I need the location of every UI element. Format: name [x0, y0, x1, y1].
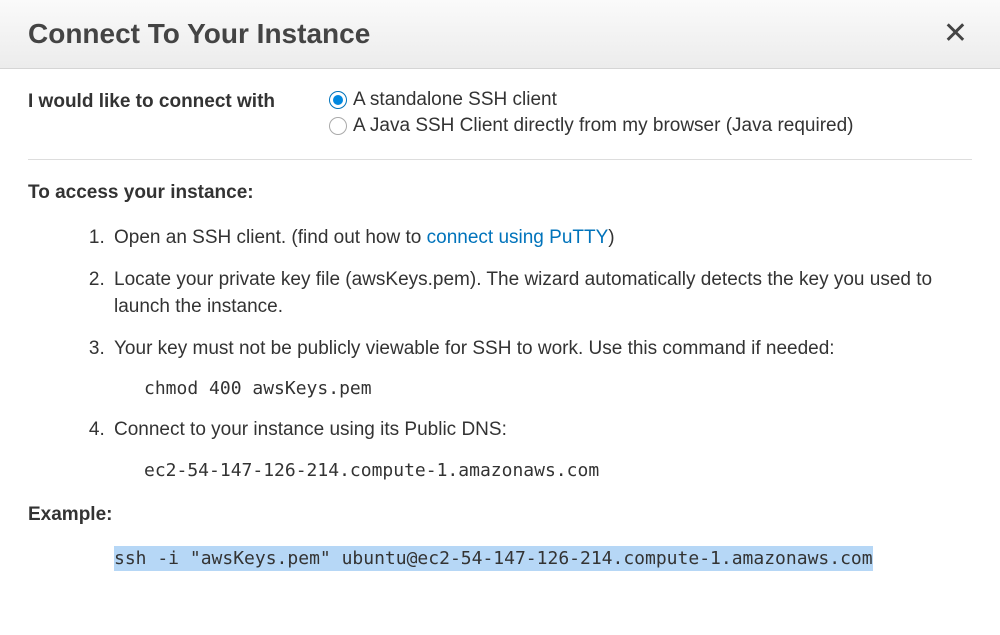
step-1-text-suffix: ) [608, 227, 614, 248]
public-dns: ec2-54-147-126-214.compute-1.amazonaws.c… [144, 458, 972, 484]
radio-option-ssh-client[interactable]: A standalone SSH client [329, 89, 854, 111]
step-3: Your key must not be publicly viewable f… [110, 335, 972, 403]
step-3-text: Your key must not be publicly viewable f… [114, 338, 835, 359]
step-1: Open an SSH client. (find out how to con… [110, 224, 972, 252]
example-command: ssh -i "awsKeys.pem" ubuntu@ec2-54-147-1… [114, 546, 873, 571]
step-4: Connect to your instance using its Publi… [110, 416, 972, 484]
radio-icon [329, 91, 347, 109]
connect-method-options: A standalone SSH client A Java SSH Clien… [329, 89, 854, 137]
radio-label: A Java SSH Client directly from my brows… [353, 115, 854, 137]
step-4-text: Connect to your instance using its Publi… [114, 419, 507, 440]
example-row: ssh -i "awsKeys.pem" ubuntu@ec2-54-147-1… [28, 548, 972, 570]
connect-method-label: I would like to connect with [28, 89, 275, 113]
step-1-text-prefix: Open an SSH client. (find out how to [114, 227, 427, 248]
radio-option-java-client[interactable]: A Java SSH Client directly from my brows… [329, 115, 854, 137]
chmod-command: chmod 400 awsKeys.pem [144, 376, 972, 402]
connect-method-row: I would like to connect with A standalon… [28, 89, 972, 149]
putty-link[interactable]: connect using PuTTY [427, 227, 609, 248]
access-title: To access your instance: [28, 182, 972, 204]
close-icon[interactable]: ✕ [939, 19, 972, 49]
dialog-title: Connect To Your Instance [28, 18, 370, 50]
dialog-content: I would like to connect with A standalon… [0, 69, 1000, 570]
divider [28, 159, 972, 160]
dialog-header: Connect To Your Instance ✕ [0, 0, 1000, 69]
radio-icon [329, 117, 347, 135]
step-2: Locate your private key file (awsKeys.pe… [110, 266, 972, 321]
example-label: Example: [28, 504, 972, 526]
radio-label: A standalone SSH client [353, 89, 557, 111]
steps-list: Open an SSH client. (find out how to con… [28, 224, 972, 484]
